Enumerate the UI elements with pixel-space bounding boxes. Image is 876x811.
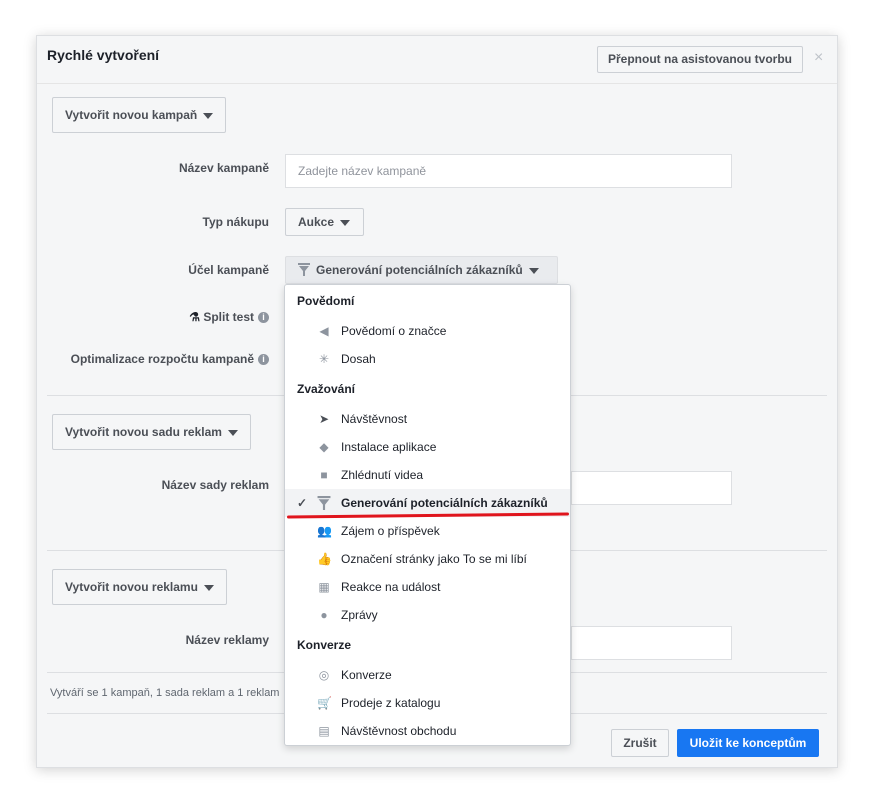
menu-item-label: Návštěvnost — [341, 412, 408, 426]
funnel-icon — [298, 263, 310, 276]
split-test-row: ⚗ Split test i — [87, 310, 269, 324]
menu-item-label: Povědomí o značce — [341, 324, 447, 338]
menu-item-reach[interactable]: ✳ Dosah — [285, 345, 570, 373]
video-icon: ■ — [320, 468, 328, 482]
megaphone-icon: ◀ — [319, 324, 329, 338]
menu-item-label: Zájem o příspěvek — [341, 524, 440, 538]
campaign-mode-label: Vytvořit novou kampaň — [65, 108, 198, 122]
menu-group-heading: Povědomí — [297, 294, 355, 308]
store-icon: ▤ — [318, 724, 330, 738]
menu-item-store-traffic[interactable]: ▤ Návštěvnost obchodu — [285, 717, 570, 745]
cursor-icon: ➤ — [318, 412, 330, 426]
menu-item-catalog-sales[interactable]: 🛒 Prodeje z katalogu — [285, 689, 570, 717]
flask-icon: ⚗ — [189, 310, 200, 324]
buying-type-value: Aukce — [298, 215, 335, 229]
chevron-down-icon — [528, 267, 539, 274]
menu-item-video-views[interactable]: ■ Zhlédnutí videa — [285, 461, 570, 489]
chevron-down-icon — [340, 219, 351, 226]
menu-item-event-responses[interactable]: ▦ Reakce na událost — [285, 573, 570, 601]
buying-type-label: Typ nákupu — [202, 215, 269, 229]
menu-item-label: Reakce na událost — [341, 580, 441, 594]
menu-item-label: Prodeje z katalogu — [341, 696, 441, 710]
menu-item-brand-awareness[interactable]: ◀ Povědomí o značce — [285, 317, 570, 345]
summary-text: Vytváří se 1 kampaň, 1 sada reklam a 1 r… — [50, 687, 280, 699]
split-test-label: Split test — [203, 310, 254, 324]
checkmark-icon: ✓ — [297, 496, 308, 510]
campaign-mode-dropdown[interactable]: Vytvořit novou kampaň — [52, 97, 227, 133]
chat-icon: ● — [320, 608, 328, 622]
campaign-name-input[interactable]: Zadejte název kampaně — [285, 154, 732, 188]
people-icon: 👥 — [317, 524, 332, 538]
switch-to-guided-button[interactable]: Přepnout na asistovanou tvorbu — [597, 46, 803, 73]
info-icon[interactable]: i — [258, 312, 269, 324]
info-icon[interactable]: i — [258, 354, 269, 366]
menu-item-label: Zprávy — [341, 608, 378, 622]
menu-item-post-engagement[interactable]: 👥 Zájem o příspěvek — [285, 517, 570, 545]
chevron-down-icon — [203, 112, 214, 119]
funnel-icon — [317, 496, 331, 510]
ad-name-input[interactable] — [571, 626, 732, 660]
objective-dropdown[interactable]: Generování potenciálních zákazníků — [285, 256, 558, 284]
menu-item-label: Zhlédnutí videa — [341, 468, 424, 482]
adset-name-input[interactable] — [571, 471, 732, 505]
menu-item-label: Dosah — [341, 352, 376, 366]
box-icon: ◆ — [319, 440, 329, 454]
chevron-down-icon — [227, 429, 238, 436]
dialog-header: Rychlé vytvoření Přepnout na asistovanou… — [37, 36, 837, 84]
buying-type-dropdown[interactable]: Aukce — [285, 208, 364, 236]
menu-item-conversions[interactable]: ◎ Konverze — [285, 661, 570, 689]
cancel-button[interactable]: Zrušit — [611, 729, 669, 757]
menu-group-heading: Konverze — [297, 638, 352, 652]
globe-icon: ◎ — [318, 668, 330, 682]
campaign-name-label: Název kampaně — [178, 161, 269, 175]
reach-icon: ✳ — [318, 352, 330, 366]
close-icon[interactable]: × — [814, 49, 823, 67]
adset-mode-dropdown[interactable]: Vytvořit novou sadu reklam — [52, 414, 251, 450]
thumbs-up-icon: 👍 — [317, 552, 332, 566]
menu-item-page-likes[interactable]: 👍 Označení stránky jako To se mi líbí — [285, 545, 570, 573]
menu-item-app-installs[interactable]: ◆ Instalace aplikace — [285, 433, 570, 461]
adset-name-label: Název sady reklam — [161, 478, 269, 492]
menu-item-label: Konverze — [341, 668, 392, 682]
chevron-down-icon — [203, 584, 214, 591]
dialog-title: Rychlé vytvoření — [47, 47, 160, 63]
adset-mode-label: Vytvořit novou sadu reklam — [65, 425, 222, 439]
menu-group-heading: Zvažování — [297, 382, 356, 396]
ad-mode-dropdown[interactable]: Vytvořit novou reklamu — [52, 569, 227, 605]
ad-mode-label: Vytvořit novou reklamu — [65, 580, 198, 594]
objective-value: Generování potenciálních zákazníků — [316, 263, 523, 277]
cart-icon: 🛒 — [317, 696, 332, 710]
budget-opt-row: Optimalizace rozpočtu kampaně i — [47, 352, 269, 366]
budget-opt-label: Optimalizace rozpočtu kampaně — [70, 352, 254, 366]
save-draft-button[interactable]: Uložit ke konceptům — [677, 729, 819, 757]
objective-label: Účel kampaně — [188, 263, 269, 277]
menu-item-traffic[interactable]: ➤ Návštěvnost — [285, 405, 570, 433]
ad-name-label: Název reklamy — [185, 633, 269, 647]
menu-item-messages[interactable]: ● Zprávy — [285, 601, 570, 629]
menu-item-label: Návštěvnost obchodu — [341, 724, 457, 738]
menu-item-label: Označení stránky jako To se mi líbí — [341, 552, 527, 566]
menu-item-label: Instalace aplikace — [341, 440, 437, 454]
calendar-icon: ▦ — [318, 580, 330, 594]
